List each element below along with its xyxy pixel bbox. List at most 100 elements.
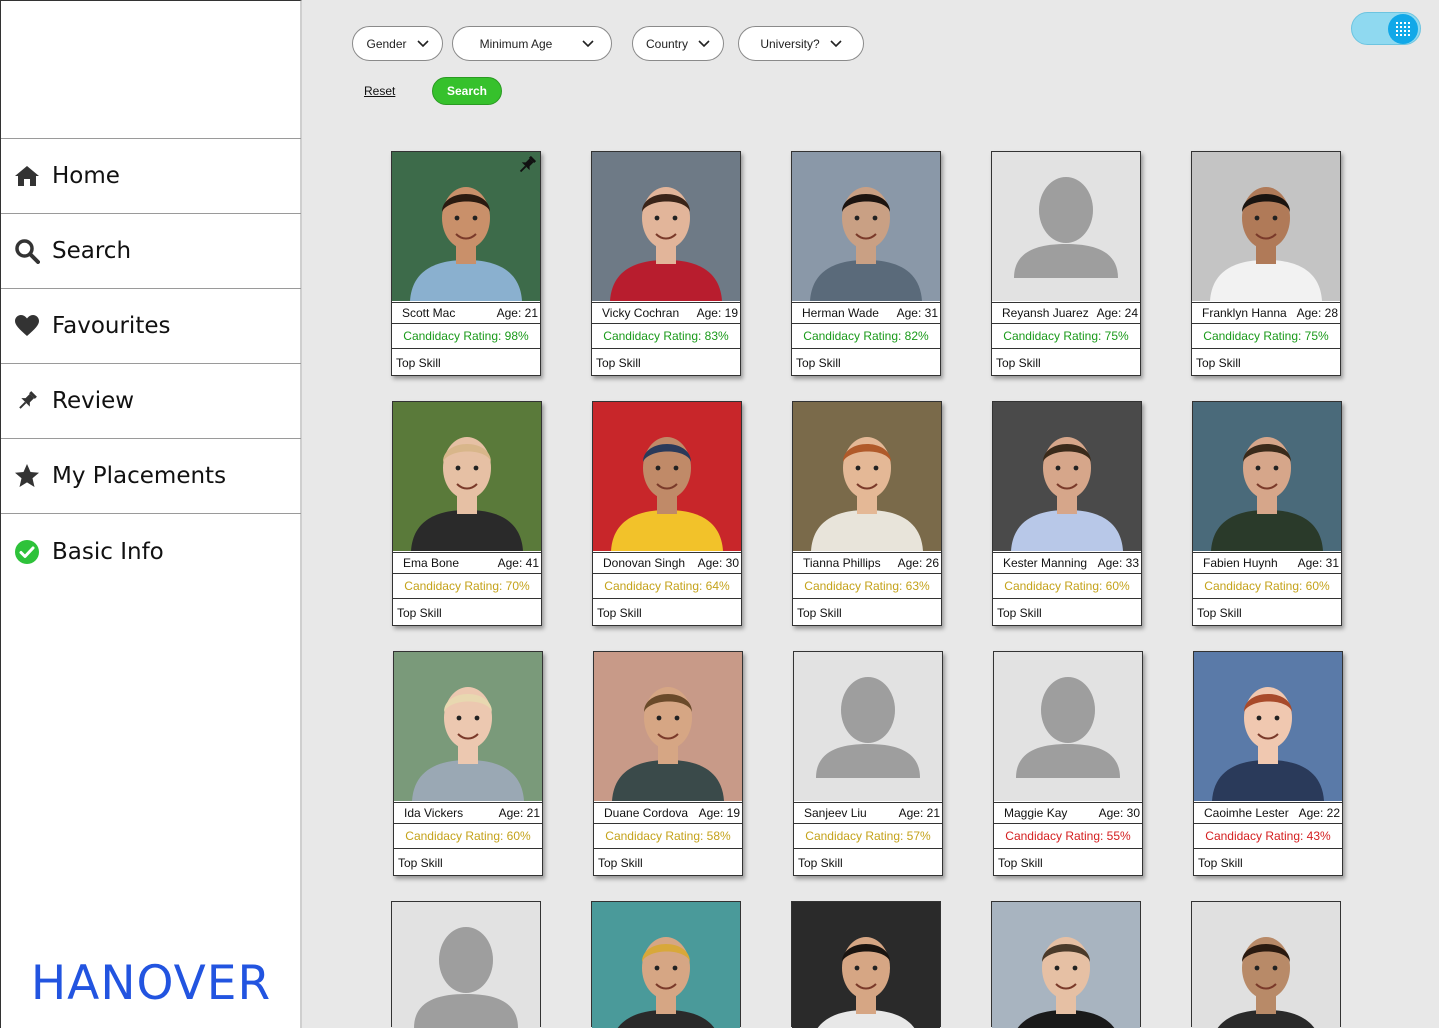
candidate-photo-frame [392, 902, 540, 1028]
candidate-name: Fabien Huynh [1203, 556, 1278, 570]
candidate-age: Age: 19 [698, 806, 740, 820]
candidacy-rating: Candidacy Rating: 98% [392, 325, 540, 349]
candidate-card[interactable]: Donovan Singh Age: 30 Candidacy Rating: … [592, 401, 742, 626]
sidebar-item-favourites[interactable]: Favourites [1, 289, 301, 364]
candidate-info-row: Tianna Phillips Age: 26 [793, 552, 941, 574]
candidate-card[interactable] [791, 901, 941, 1028]
candidacy-rating: Candidacy Rating: 57% [794, 825, 942, 849]
candidate-age: Age: 31 [1297, 556, 1339, 570]
candidate-card[interactable] [991, 901, 1141, 1028]
candidacy-rating: Candidacy Rating: 64% [593, 575, 741, 599]
candidate-info-row: Donovan Singh Age: 30 [593, 552, 741, 574]
candidate-card[interactable]: Scott Mac Age: 21 Candidacy Rating: 98% … [391, 151, 541, 376]
candidate-card[interactable] [1191, 901, 1341, 1028]
candidate-info-row: Sanjeev Liu Age: 21 [794, 802, 942, 824]
candidate-card[interactable]: Herman Wade Age: 31 Candidacy Rating: 82… [791, 151, 941, 376]
chevron-down-icon [830, 39, 842, 47]
candidate-age: Age: 41 [497, 556, 539, 570]
view-toggle[interactable] [1351, 12, 1421, 45]
candidate-card[interactable] [591, 901, 741, 1028]
candidate-photo-frame [793, 402, 941, 551]
candidacy-rating: Candidacy Rating: 82% [792, 325, 940, 349]
candidate-card[interactable]: Vicky Cochran Age: 19 Candidacy Rating: … [591, 151, 741, 376]
candidate-photo-frame [993, 402, 1141, 551]
sidebar-item-home[interactable]: Home [1, 139, 301, 214]
candidate-photo [393, 402, 541, 551]
candidate-info-row: Franklyn Hanna Age: 28 [1192, 302, 1340, 324]
candidate-card[interactable]: Reyansh Juarez Age: 24 Candidacy Rating:… [991, 151, 1141, 376]
candidate-info-row: Caoimhe Lester Age: 22 [1194, 802, 1342, 824]
placeholder-avatar-icon [994, 652, 1142, 801]
candidate-card[interactable]: Tianna Phillips Age: 26 Candidacy Rating… [792, 401, 942, 626]
candidate-info-row: Vicky Cochran Age: 19 [592, 302, 740, 324]
candidate-age: Age: 28 [1296, 306, 1338, 320]
candidate-photo-frame [794, 652, 942, 801]
candidate-card[interactable]: Franklyn Hanna Age: 28 Candidacy Rating:… [1191, 151, 1341, 376]
candidate-photo [1193, 402, 1341, 551]
candidate-info-row: Fabien Huynh Age: 31 [1193, 552, 1341, 574]
chevron-down-icon [582, 39, 594, 47]
candidate-photo-frame [992, 152, 1140, 301]
candidate-card[interactable]: Kester Manning Age: 33 Candidacy Rating:… [992, 401, 1142, 626]
top-skill: Top Skill [396, 356, 441, 370]
candidate-card[interactable]: Duane Cordova Age: 19 Candidacy Rating: … [593, 651, 743, 876]
candidate-photo-frame [994, 652, 1142, 801]
sidebar-item-search[interactable]: Search [1, 214, 301, 289]
brand-logo: HANOVER [30, 956, 272, 1011]
candidate-card[interactable]: Ema Bone Age: 41 Candidacy Rating: 70% T… [392, 401, 542, 626]
top-skill: Top Skill [798, 856, 843, 870]
candidate-age: Age: 31 [896, 306, 938, 320]
placeholder-avatar-icon [392, 902, 540, 1028]
candidate-name: Duane Cordova [604, 806, 689, 820]
candidate-info-row: Reyansh Juarez Age: 24 [992, 302, 1140, 324]
candidate-age: Age: 21 [498, 806, 540, 820]
candidate-name: Vicky Cochran [602, 306, 680, 320]
candidacy-rating: Candidacy Rating: 60% [1193, 575, 1341, 599]
candidacy-rating: Candidacy Rating: 63% [793, 575, 941, 599]
sidebar-item-my-placements[interactable]: My Placements [1, 439, 301, 514]
candidate-card[interactable]: Maggie Kay Age: 30 Candidacy Rating: 55%… [993, 651, 1143, 876]
country-filter[interactable]: Country [632, 26, 724, 61]
placeholder-avatar-icon [794, 652, 942, 801]
candidate-card[interactable]: Ida Vickers Age: 21 Candidacy Rating: 60… [393, 651, 543, 876]
search-button[interactable]: Search [432, 77, 502, 105]
sidebar-item-label: Favourites [52, 313, 171, 339]
candidate-age: Age: 24 [1096, 306, 1138, 320]
candidacy-rating: Candidacy Rating: 60% [394, 825, 542, 849]
candidate-photo-frame [592, 152, 740, 301]
sidebar-item-label: Search [52, 238, 132, 264]
candidate-card[interactable]: Fabien Huynh Age: 31 Candidacy Rating: 6… [1192, 401, 1342, 626]
candidate-name: Scott Mac [402, 306, 456, 320]
candidacy-rating: Candidacy Rating: 83% [592, 325, 740, 349]
candidate-age: Age: 33 [1097, 556, 1139, 570]
candidate-card[interactable]: Sanjeev Liu Age: 21 Candidacy Rating: 57… [793, 651, 943, 876]
top-skill: Top Skill [997, 606, 1042, 620]
candidate-name: Kester Manning [1003, 556, 1088, 570]
country-filter-label: Country [645, 36, 689, 51]
top-skill: Top Skill [598, 856, 643, 870]
candidate-info-row: Ema Bone Age: 41 [393, 552, 541, 574]
candidate-card[interactable]: Caoimhe Lester Age: 22 Candidacy Rating:… [1193, 651, 1343, 876]
sidebar: Home Search Favourites Review My Placeme… [0, 0, 302, 1028]
university-filter[interactable]: University? [738, 26, 864, 61]
candidate-name: Reyansh Juarez [1002, 306, 1089, 320]
reset-link[interactable]: Reset [364, 84, 395, 98]
candidate-card[interactable] [391, 901, 541, 1028]
candidacy-rating: Candidacy Rating: 55% [994, 825, 1142, 849]
heart-icon [13, 312, 41, 340]
gender-filter[interactable]: Gender [352, 26, 443, 61]
candidate-photo-frame [792, 902, 940, 1028]
candidate-age: Age: 21 [898, 806, 940, 820]
candidate-photo [792, 902, 940, 1028]
top-skill: Top Skill [596, 356, 641, 370]
candidate-age: Age: 19 [696, 306, 738, 320]
sidebar-item-review[interactable]: Review [1, 364, 301, 439]
sidebar-item-basic-info[interactable]: Basic Info [1, 514, 301, 589]
minimum-age-filter[interactable]: Minimum Age [452, 26, 612, 61]
candidacy-rating: Candidacy Rating: 60% [993, 575, 1141, 599]
pin-icon[interactable] [516, 154, 538, 176]
candidate-photo [594, 652, 742, 801]
gender-filter-label: Gender [366, 36, 407, 51]
top-skill: Top Skill [998, 856, 1043, 870]
candidate-name: Ida Vickers [404, 806, 464, 820]
